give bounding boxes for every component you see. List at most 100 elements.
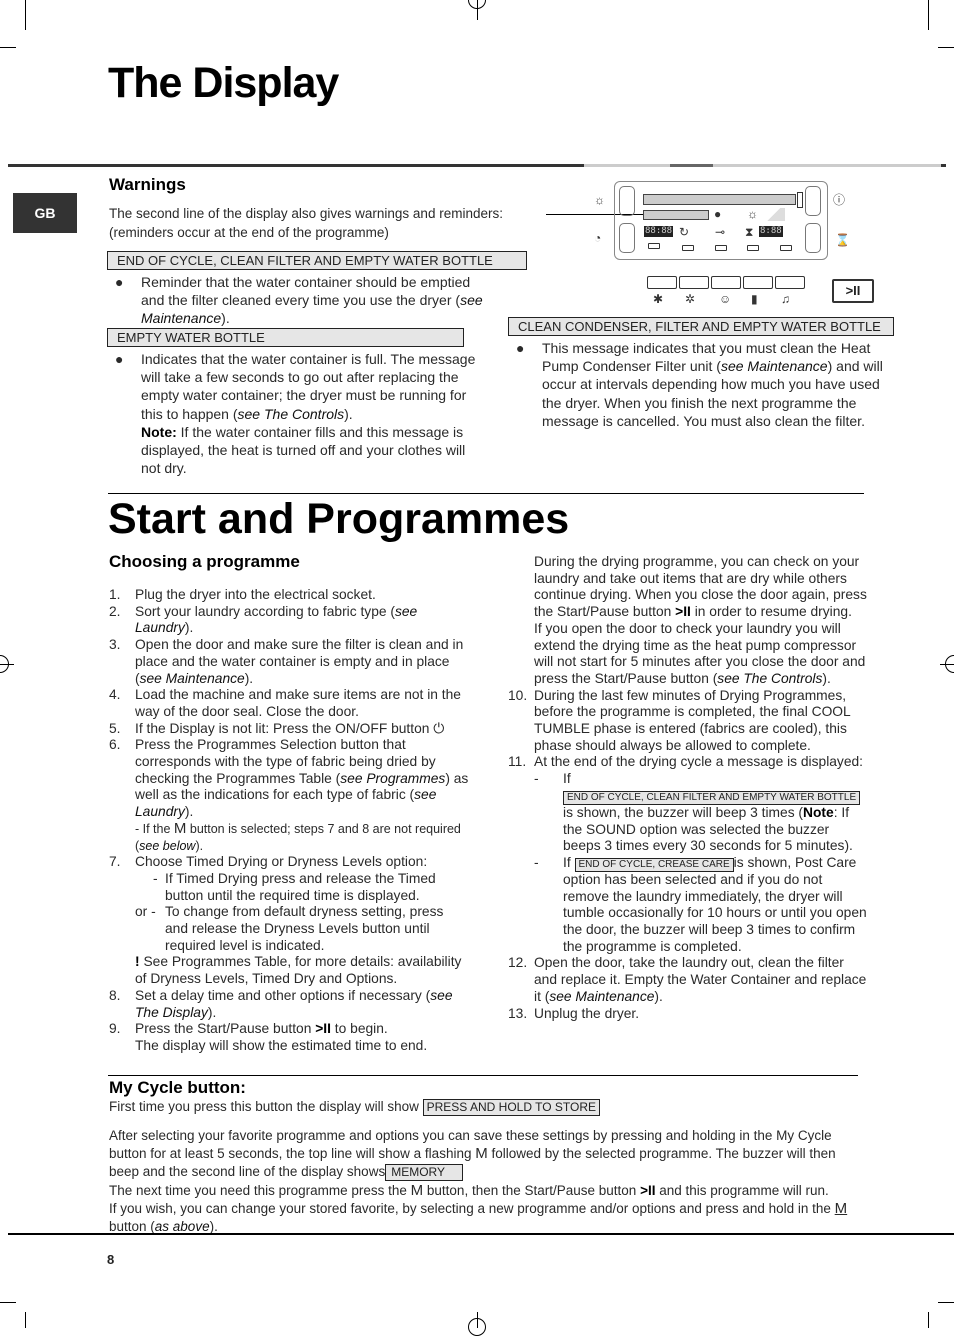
language-tab: GB [13,193,77,233]
cross-reference: see Programmes [340,770,446,786]
step7-option-timed: - If Timed Drying press and release the T… [153,870,436,903]
indicator-led [715,245,727,251]
steps-list: 1. Plug the dryer into the electrical soc… [109,587,469,821]
memory-icon: M [173,819,187,837]
registration-mark [468,1318,486,1336]
option-button-synthetics[interactable] [679,276,709,289]
option-button-cotton[interactable] [647,276,677,289]
clock-icon: ◔ [594,231,602,245]
registration-mark [468,0,486,9]
start-pause-icon: >II [675,604,691,620]
display-panel: ● ☼ 88:88 ↻ ⊸ ⧗ 8:88 [614,181,828,260]
warning-description: ● This message indicates that you must c… [516,340,883,429]
warnings-intro-line1: The second line of the display also give… [109,206,503,221]
synthetics-icon: ✲ [685,292,696,306]
list-item: 8. Set a delay time and other options if … [109,987,453,1020]
crop-mark [25,1312,26,1328]
warning-item-end-of-cycle: END OF CYCLE, CLEAN FILTER AND EMPTY WAT… [107,251,537,327]
paragraph-check-laundry: During the drying programme, you can che… [534,554,867,620]
start-pause-icon: >II [315,1021,331,1037]
cross-reference: as above [154,1219,210,1235]
warning-description: ● Indicates that the water container is … [115,351,476,477]
power-icon: ⏻ [433,720,445,736]
section-title: Start and Programmes [108,495,570,543]
list-item: 9. Press the Start/Pause button >II to be… [109,1021,428,1053]
list-item: 12. Open the door, take the laundry out, … [508,955,867,1004]
warning-description: ● Reminder that the water container shou… [115,274,483,326]
option-button-baby[interactable] [711,276,741,289]
sun-icon: ☼ [594,193,605,207]
indicator-led [648,243,660,249]
step11-crease-care: - If END OF CYCLE, CREASE CARE is shown, P… [534,854,867,954]
crop-mark [928,0,929,30]
warning-item-empty-water-bottle: EMPTY WATER BOTTLE ● Indicates that the … [107,328,477,477]
list-item: 6. Press the Programmes Selection button … [109,737,469,820]
header-rule [8,164,584,167]
bullet-icon: ● [516,340,525,356]
panel-key[interactable] [805,186,821,216]
note-label: Note [803,804,834,820]
cross-reference: see Maintenance [720,358,828,375]
panel-key[interactable] [805,223,821,253]
start-pause-icon: >II [845,283,861,298]
cycle-icon: ↻ [679,225,690,239]
cotton-icon: ✱ [653,292,664,306]
panel-key[interactable] [619,223,635,253]
crop-mark [0,1302,16,1303]
display-message: CLEAN CONDENSER, FILTER AND EMPTY WATER … [508,317,894,336]
indicator-led [780,245,792,251]
display-top-line [643,194,796,205]
list-item: 2. Sort your laundry according to fabric … [109,603,418,636]
list-item: 3. Open the door and make sure the filter… [109,637,464,686]
display-message: EMPTY WATER BOTTLE [107,328,464,347]
display-second-line [643,210,709,220]
cross-reference: see The Controls [717,670,823,686]
lock-indicator [797,192,803,208]
memory-icon: M [410,1181,424,1199]
registration-mark [0,655,9,673]
key-lock-icon: ⊸ [715,225,726,239]
list-item: 11. At the end of the drying cycle a mess… [508,754,864,770]
choosing-heading: Choosing a programme [109,552,300,571]
choosing-steps: 1. Plug the dryer into the electrical soc… [109,587,469,1055]
step6-note: - If the M button is selected; steps 7 a… [135,819,461,853]
bottle-icon: ▮ [751,292,758,306]
my-cycle-heading: My Cycle button: [109,1078,246,1097]
steps-12-13: 12. Open the door, take the laundry out, … [508,955,868,1022]
crop-mark [928,1312,929,1328]
indicator-led [682,245,694,251]
list-item: 13. Unplug the dryer. [508,1005,640,1021]
list-item: 5. If the Display is not lit: Press the O… [109,720,445,736]
header-rule-light [584,164,670,167]
step11-end-of-cycle: - If END OF CYCLE, CLEAN FILTER AND EMPTY… [508,771,868,855]
page-number: 8 [107,1252,115,1267]
start-pause-button[interactable]: >II [832,279,874,303]
option-button-sound[interactable] [775,276,805,289]
crop-mark [0,47,16,48]
panel-key[interactable] [619,186,635,216]
my-cycle-body: After selecting your favorite programme … [109,1128,848,1235]
display-message: MEMORY [385,1164,464,1182]
bottle-status-icon: ● [714,207,722,221]
baby-icon: ☺ [719,292,732,306]
warnings-intro-line2: (reminders occur at the end of the progr… [109,225,389,240]
crop-mark [25,0,26,30]
bullet-icon: ● [115,274,124,290]
cross-reference: see Maintenance [549,988,655,1004]
memory-icon: M [834,1199,848,1217]
display-message: PRESS AND HOLD TO STORE [422,1099,601,1116]
display-message: END OF CYCLE, CLEAN FILTER AND EMPTY WAT… [107,251,527,270]
registration-mark [945,655,954,673]
header-rule-mid [670,164,713,167]
cross-reference: see Maintenance [139,670,245,686]
warnings-intro: The second line of the display also give… [109,204,549,242]
list-item: 10. During the last few minutes of Drying… [508,687,851,753]
bullet-icon: ● [115,351,124,367]
start-pause-icon: >II [640,1182,656,1198]
header-rule-end [941,164,946,167]
programmes-table-notice: ! See Programmes Table, for more details… [135,954,462,987]
option-button-bottle[interactable] [743,276,773,289]
crop-mark [938,47,954,48]
memory-icon: M [475,1145,488,1163]
list-item: 7. Choose Timed Drying or Dryness Levels … [109,854,428,870]
